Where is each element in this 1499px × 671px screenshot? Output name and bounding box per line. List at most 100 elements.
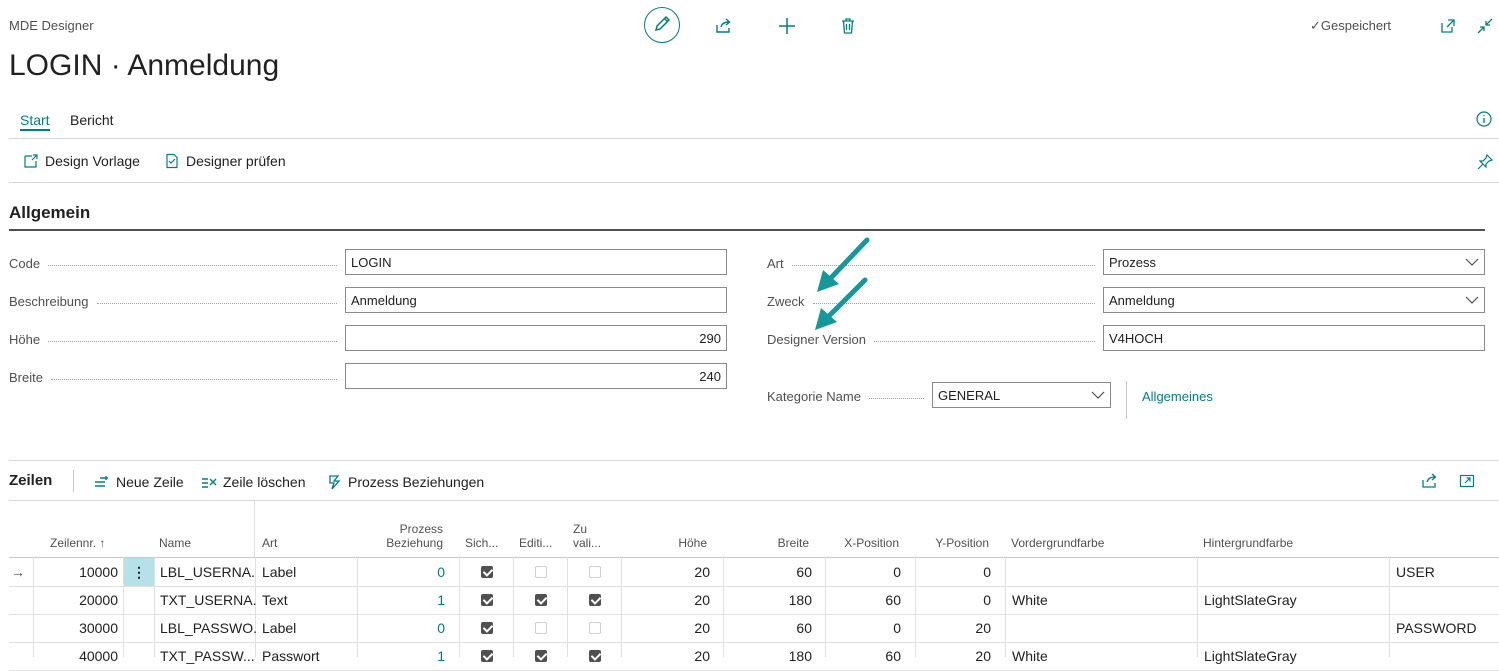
info-button[interactable] <box>1476 111 1492 127</box>
zweck-select[interactable]: Anmeldung <box>1103 287 1485 313</box>
code-field[interactable]: LOGIN <box>345 249 727 275</box>
cell-vorgabewert[interactable] <box>1396 642 1496 670</box>
cell-art[interactable]: Label <box>262 614 354 642</box>
art-select[interactable]: Prozess <box>1103 249 1485 275</box>
pin-button[interactable] <box>1476 153 1494 171</box>
cell-hoehe[interactable]: 20 <box>629 642 710 670</box>
col-header-art[interactable]: Art <box>262 536 277 550</box>
cell-x-position[interactable]: 60 <box>829 586 901 614</box>
cell-name[interactable]: TXT_USERNA... <box>160 586 256 614</box>
cell-name[interactable]: LBL_PASSWO... <box>160 614 256 642</box>
cell-vordergrundfarbe[interactable]: White <box>1012 642 1192 670</box>
collapse-button[interactable] <box>1476 17 1496 37</box>
allgemeines-link[interactable]: Allgemeines <box>1142 389 1213 404</box>
designer-pruefen-button[interactable]: Designer prüfen <box>164 153 286 169</box>
share-button[interactable] <box>714 16 734 36</box>
cell-hoehe[interactable]: 20 <box>629 614 710 642</box>
hoehe-field[interactable]: 290 <box>345 325 727 351</box>
cell-prozess-beziehung[interactable]: 0 <box>359 558 445 586</box>
cell-zeilennr[interactable]: 40000 <box>33 642 118 670</box>
checkbox-zu-validieren <box>589 558 603 586</box>
design-vorlage-button[interactable]: Design Vorlage <box>23 153 140 169</box>
col-header-zeilennr[interactable]: Zeilennr. ↑ <box>50 536 105 550</box>
designer-version-field[interactable]: V4HOCH <box>1103 325 1485 351</box>
checkbox-sich[interactable] <box>481 614 495 642</box>
checkbox-editierbar[interactable] <box>535 642 549 670</box>
cell-hoehe[interactable]: 20 <box>629 558 710 586</box>
cell-breite[interactable]: 180 <box>729 586 812 614</box>
cell-prozess-beziehung[interactable]: 1 <box>359 586 445 614</box>
cell-vorgabewert[interactable]: USER <box>1396 558 1496 586</box>
col-header-zu-line2: vali... <box>573 536 602 550</box>
tab-start[interactable]: Start <box>20 112 50 131</box>
cell-zeilennr[interactable]: 10000 <box>33 558 118 586</box>
checkbox-zu-validieren[interactable] <box>589 586 603 614</box>
cell-zeilennr[interactable]: 30000 <box>33 614 118 642</box>
delete-button[interactable] <box>838 16 858 36</box>
lines-expand-button[interactable] <box>1459 473 1475 489</box>
cell-name[interactable]: TXT_PASSW... <box>160 642 256 670</box>
kategorie-select[interactable]: GENERAL <box>932 382 1111 408</box>
cell-hintergrundfarbe[interactable]: LightSlateGray <box>1204 586 1384 614</box>
col-header-hintergrundfarbe[interactable]: Hintergrundfarbe <box>1203 536 1293 550</box>
cell-prozess-beziehung[interactable]: 1 <box>359 642 445 670</box>
cell-vorgabewert[interactable] <box>1396 586 1496 614</box>
add-button[interactable] <box>777 16 797 36</box>
cell-art[interactable]: Text <box>262 586 354 614</box>
cell-art[interactable]: Label <box>262 558 354 586</box>
table-row[interactable]: → ⋮ 10000 LBL_USERNA... Label 0 20 60 0 0 USER <box>9 558 1499 587</box>
row-menu-button[interactable]: ⋮ <box>124 558 154 586</box>
cell-vorgabewert[interactable]: PASSWORD <box>1396 614 1496 642</box>
col-header-x-position[interactable]: X-Position <box>830 536 899 550</box>
open-new-window-button[interactable] <box>1439 17 1459 37</box>
cell-hintergrundfarbe[interactable] <box>1204 614 1384 642</box>
col-header-prozess-beziehung[interactable]: Prozess Beziehung <box>360 522 443 550</box>
cell-hoehe[interactable]: 20 <box>629 586 710 614</box>
tab-bericht[interactable]: Bericht <box>70 112 114 128</box>
col-header-sich[interactable]: Sich... <box>465 536 498 550</box>
cell-prozess-beziehung[interactable]: 0 <box>359 614 445 642</box>
lines-share-button[interactable] <box>1421 473 1439 489</box>
col-header-zu-validieren[interactable]: Zu vali... <box>573 522 601 550</box>
col-header-name[interactable]: Name <box>159 536 191 550</box>
col-header-hoehe[interactable]: Höhe <box>630 536 707 550</box>
col-header-y-position[interactable]: Y-Position <box>920 536 989 550</box>
cell-vordergrundfarbe[interactable] <box>1012 558 1192 586</box>
cell-x-position[interactable]: 60 <box>829 642 901 670</box>
cell-x-position[interactable]: 0 <box>829 558 901 586</box>
cell-y-position[interactable]: 20 <box>919 614 991 642</box>
zeile-loeschen-button[interactable]: Zeile löschen <box>201 474 306 490</box>
prozess-beziehungen-button[interactable]: Prozess Beziehungen <box>328 474 484 490</box>
cell-x-position[interactable]: 0 <box>829 614 901 642</box>
neue-zeile-button[interactable]: Neue Zeile <box>94 474 184 490</box>
cell-breite[interactable]: 60 <box>729 614 812 642</box>
checkbox-sich[interactable] <box>481 558 495 586</box>
cell-hintergrundfarbe[interactable]: LightSlateGray <box>1204 642 1384 670</box>
checkbox-sich[interactable] <box>481 586 495 614</box>
cell-y-position[interactable]: 0 <box>919 586 991 614</box>
cell-vordergrundfarbe[interactable]: White <box>1012 586 1192 614</box>
table-row[interactable]: 30000 LBL_PASSWO... Label 0 20 60 0 20 PASSWORD <box>9 614 1499 643</box>
table-row[interactable]: 20000 TXT_USERNA... Text 1 20 180 60 0 White Ligh… <box>9 586 1499 615</box>
edit-icon <box>654 15 671 32</box>
cell-y-position[interactable]: 20 <box>919 642 991 670</box>
checkbox-editierbar[interactable] <box>535 586 549 614</box>
col-header-editi[interactable]: Editi... <box>519 536 552 550</box>
cell-hintergrundfarbe[interactable] <box>1204 558 1384 586</box>
cell-zeilennr[interactable]: 20000 <box>33 586 118 614</box>
checkbox-zu-validieren[interactable] <box>589 642 603 670</box>
cell-name[interactable]: LBL_USERNA... <box>160 558 256 586</box>
cell-breite[interactable]: 180 <box>729 642 812 670</box>
breite-field[interactable]: 240 <box>345 363 727 389</box>
beschreibung-label-text: Beschreibung <box>9 294 89 309</box>
col-header-breite[interactable]: Breite <box>730 536 809 550</box>
cell-vordergrundfarbe[interactable] <box>1012 614 1192 642</box>
checkbox-sich[interactable] <box>481 642 495 670</box>
edit-button[interactable] <box>644 7 680 43</box>
saved-status: ✓Gespeichert <box>1310 18 1391 34</box>
cell-y-position[interactable]: 0 <box>919 558 991 586</box>
col-header-vordergrundfarbe[interactable]: Vordergrundfarbe <box>1011 536 1104 550</box>
cell-breite[interactable]: 60 <box>729 558 812 586</box>
beschreibung-field[interactable]: Anmeldung <box>345 287 727 313</box>
cell-art[interactable]: Passwort <box>262 642 354 670</box>
